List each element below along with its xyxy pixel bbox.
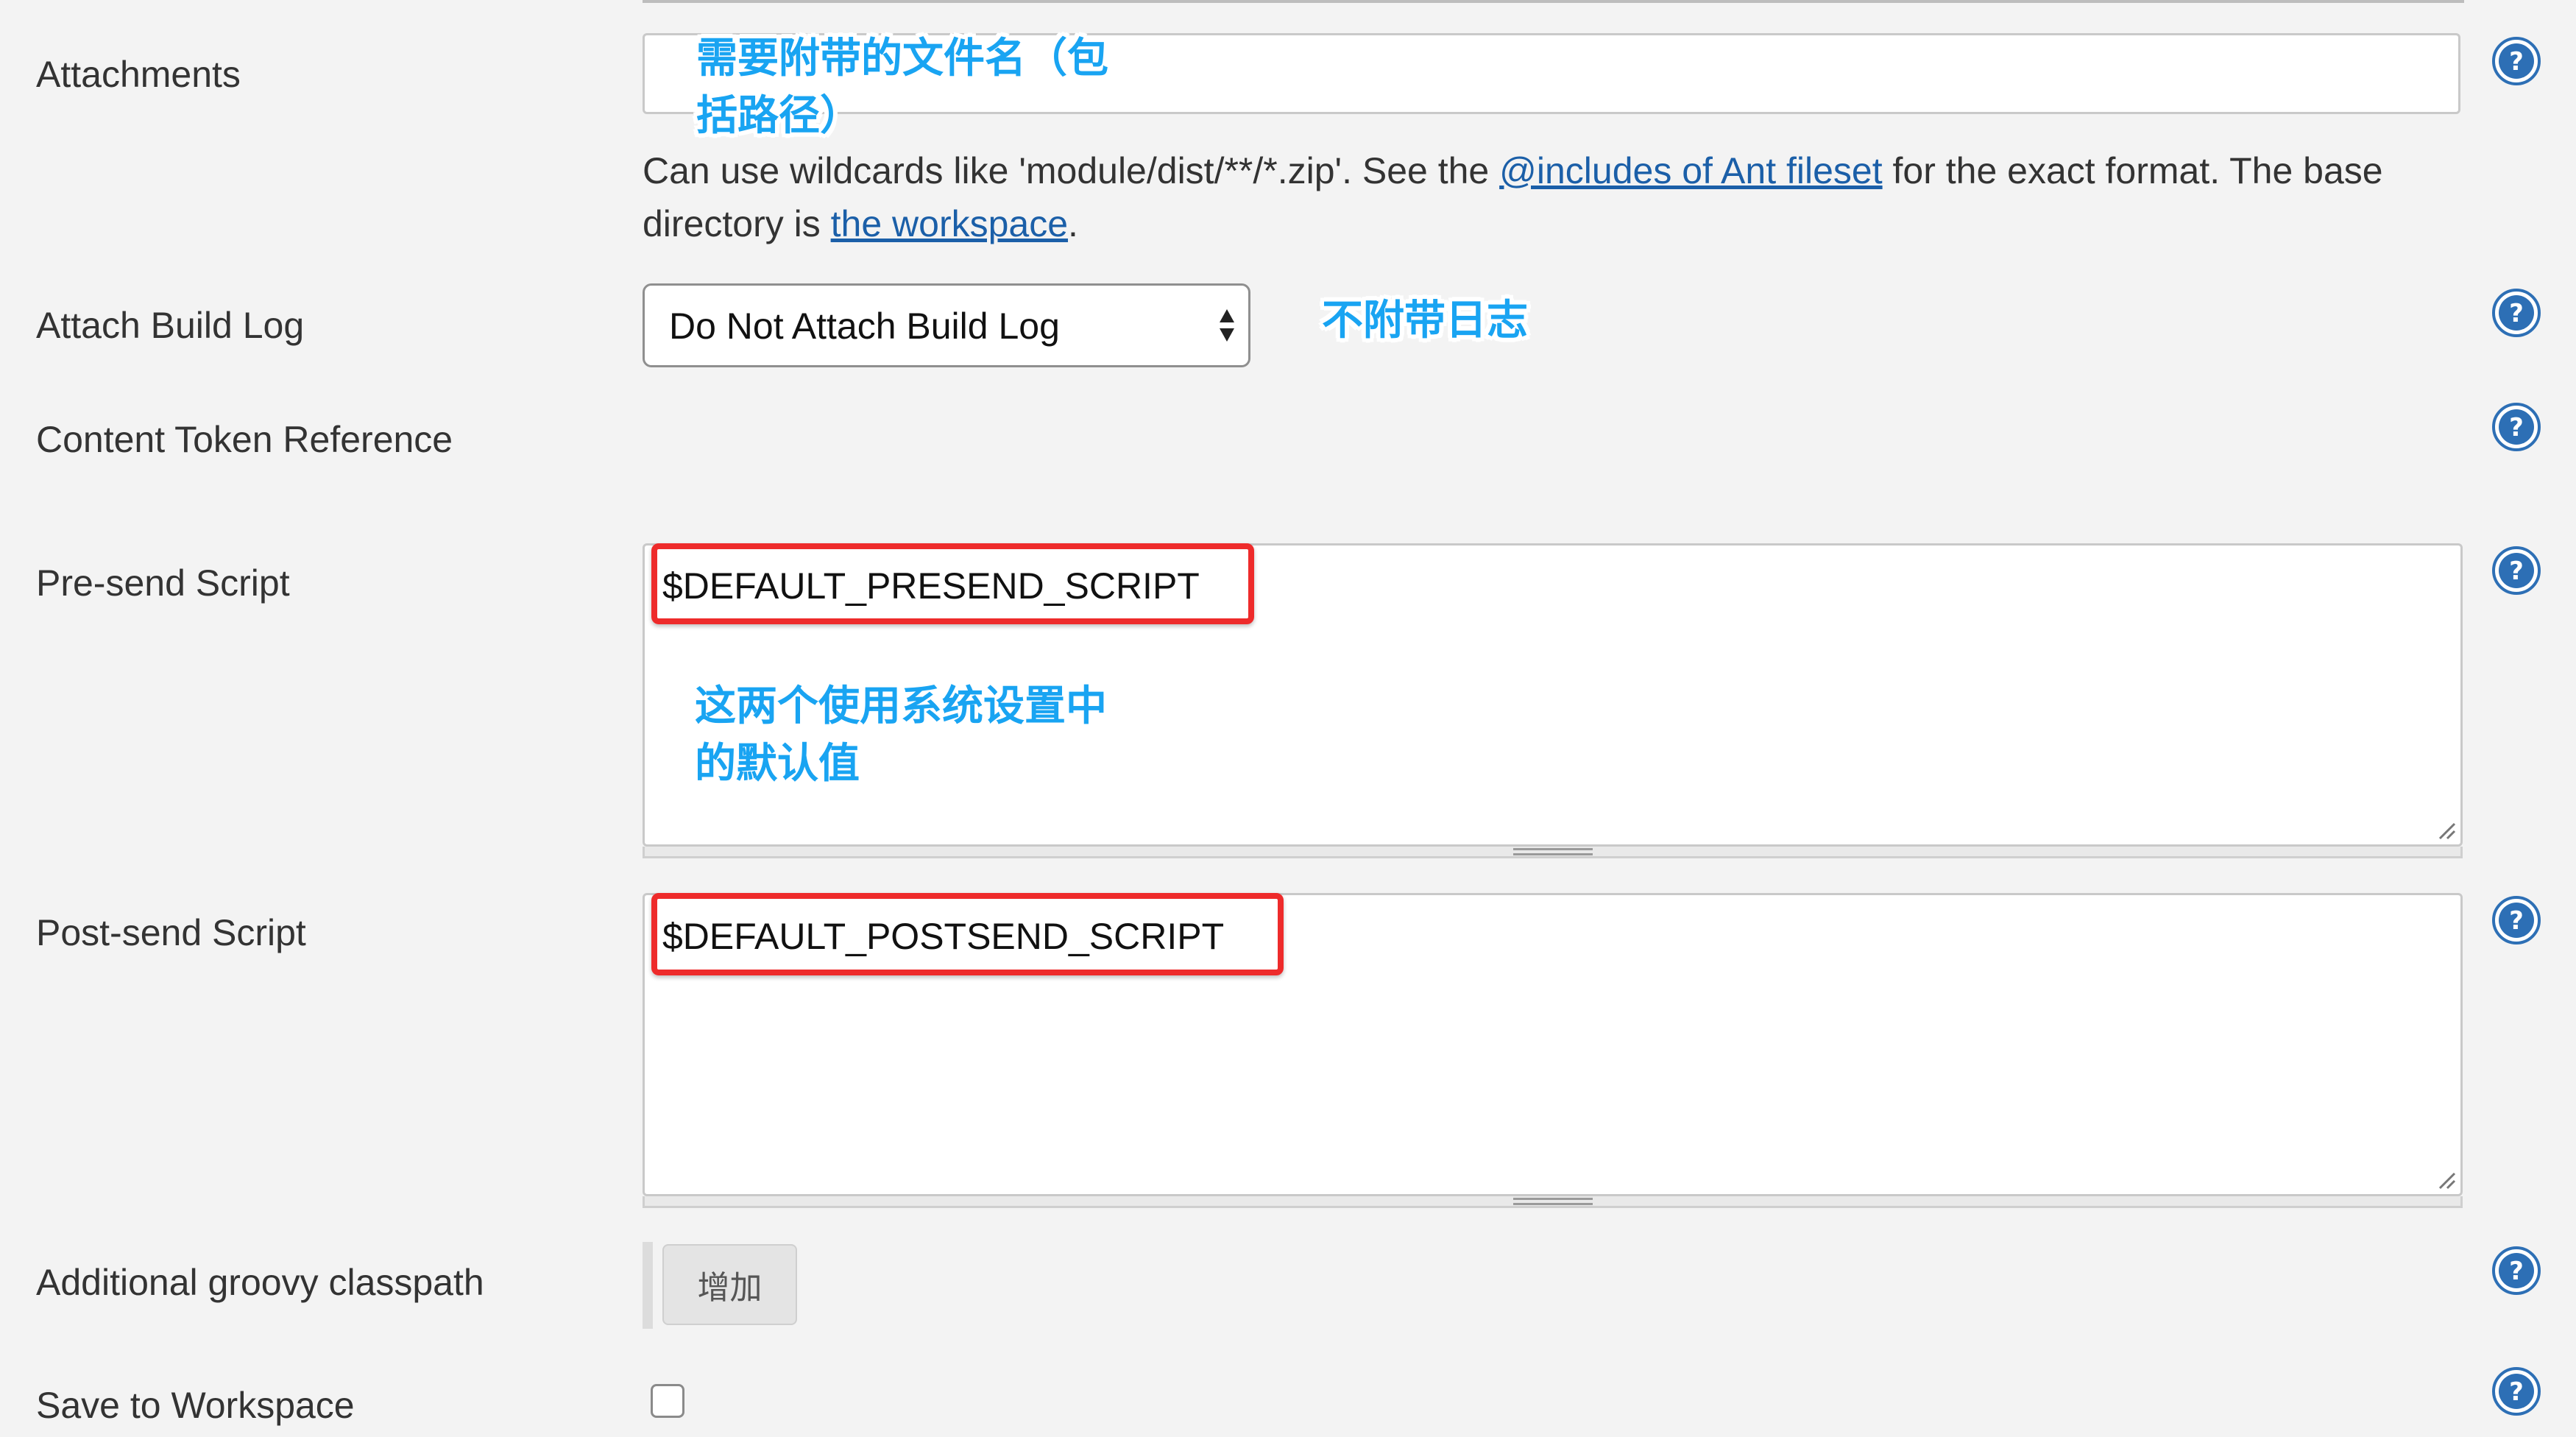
svg-text:?: ? [2509, 1377, 2524, 1407]
top-divider [643, 0, 2464, 3]
svg-text:?: ? [2509, 413, 2524, 442]
attach-build-log-select[interactable]: Do Not Attach Build Log [643, 283, 1250, 367]
help-icon[interactable]: ? [2492, 1246, 2541, 1295]
save-to-workspace-label: Save to Workspace [36, 1385, 355, 1426]
resize-corner-icon[interactable] [2437, 1171, 2456, 1190]
attachments-annotation-line2: 括路径） [696, 92, 861, 140]
svg-text:?: ? [2509, 299, 2524, 328]
help-icon[interactable]: ? [2492, 896, 2541, 945]
help-icon[interactable]: ? [2492, 546, 2541, 595]
attach-build-log-label: Attach Build Log [36, 305, 305, 346]
attachments-description: Can use wildcards like 'module/dist/**/*… [643, 150, 2383, 244]
post-send-resize-handle[interactable] [643, 1196, 2463, 1208]
scripts-annotation-line2: 的默认值 [695, 740, 860, 788]
attachments-annotation-line1: 需要附带的文件名（包 [696, 35, 1108, 82]
attachments-label: Attachments [36, 54, 241, 95]
svg-text:?: ? [2509, 1257, 2524, 1286]
save-to-workspace-checkbox[interactable] [651, 1384, 684, 1418]
scripts-annotation-line1: 这两个使用系统设置中 [695, 682, 1107, 730]
help-icon[interactable]: ? [2492, 403, 2541, 451]
resize-corner-icon[interactable] [2437, 821, 2456, 840]
help-icon[interactable]: ? [2492, 1367, 2541, 1416]
help-icon[interactable]: ? [2492, 289, 2541, 337]
ant-fileset-link[interactable]: @includes of Ant fileset [1499, 150, 1882, 191]
attach-build-log-selected: Do Not Attach Build Log [669, 306, 1060, 347]
post-send-script-value: $DEFAULT_POSTSEND_SCRIPT [662, 916, 1225, 957]
svg-text:?: ? [2509, 557, 2524, 586]
workspace-link[interactable]: the workspace [831, 203, 1068, 244]
pre-send-resize-handle[interactable] [643, 847, 2463, 858]
help-icon[interactable]: ? [2492, 37, 2541, 85]
add-classpath-button[interactable]: 增加 [662, 1244, 797, 1325]
svg-text:?: ? [2509, 906, 2524, 936]
post-send-script-label: Post-send Script [36, 912, 306, 953]
svg-text:?: ? [2509, 47, 2524, 77]
pre-send-script-label: Pre-send Script [36, 562, 290, 604]
pre-send-script-value: $DEFAULT_PRESEND_SCRIPT [662, 565, 1200, 607]
add-button-strip [643, 1242, 653, 1329]
build-log-annotation: 不附带日志 [1322, 297, 1528, 345]
content-token-reference-label: Content Token Reference [36, 419, 453, 460]
select-arrows-icon [1220, 309, 1234, 342]
additional-groovy-classpath-label: Additional groovy classpath [36, 1262, 484, 1303]
